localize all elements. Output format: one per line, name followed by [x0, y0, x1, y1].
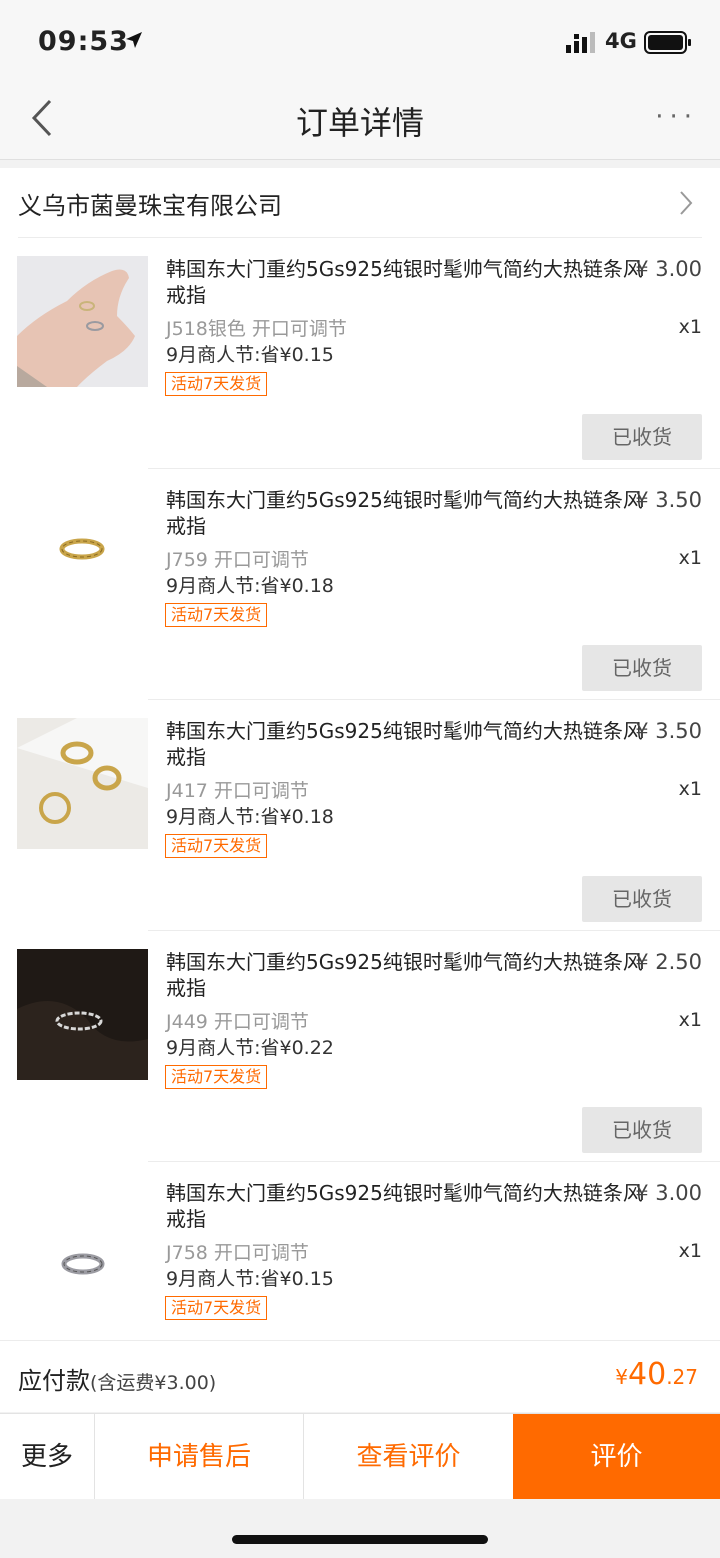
product-price: ¥ 2.50 [635, 950, 702, 974]
order-item[interactable]: 韩国东大门重约5Gs925纯银时髦帅气简约大热链条风戒指 ¥ 2.50 J449… [0, 931, 720, 1162]
product-promo: 9月商人节:省¥0.22 [166, 1037, 334, 1059]
order-item[interactable]: 韩国东大门重约5Gs925纯银时髦帅气简约大热链条风戒指 ¥ 3.00 J518… [0, 238, 720, 469]
product-quantity: x1 [678, 1009, 702, 1031]
received-button[interactable]: 已收货 [582, 1107, 702, 1153]
product-image[interactable] [17, 1180, 148, 1311]
total-label-text: 应付款 [18, 1367, 90, 1395]
shipping-tag: 活动7天发货 [165, 1065, 268, 1089]
product-title: 韩国东大门重约5Gs925纯银时髦帅气简约大热链条风戒指 [166, 257, 643, 307]
shipping-tag: 活动7天发货 [165, 372, 268, 396]
nav-bar: 订单详情 ··· [0, 76, 720, 160]
payment-summary: 应付款(含运费¥3.00) ¥40.27 [0, 1340, 720, 1412]
page-title: 订单详情 [295, 104, 424, 142]
more-options-icon[interactable]: ··· [655, 102, 698, 132]
order-items: 韩国东大门重约5Gs925纯银时髦帅气简约大热链条风戒指 ¥ 3.00 J518… [0, 238, 720, 1340]
status-bar: 09:53 4G [0, 0, 720, 76]
product-promo: 9月商人节:省¥0.18 [166, 806, 334, 828]
product-price: ¥ 3.00 [635, 257, 702, 281]
received-button[interactable]: 已收货 [582, 645, 702, 691]
received-button[interactable]: 已收货 [582, 876, 702, 922]
product-sku: J518银色 开口可调节 [166, 318, 347, 340]
product-sku: J449 开口可调节 [166, 1011, 309, 1033]
product-title: 韩国东大门重约5Gs925纯银时髦帅气简约大热链条风戒指 [166, 1181, 643, 1231]
more-button[interactable]: 更多 [0, 1414, 95, 1500]
chevron-right-icon [680, 191, 693, 215]
product-quantity: x1 [678, 547, 702, 569]
review-button[interactable]: 评价 [513, 1414, 720, 1500]
total-label: 应付款(含运费¥3.00) [18, 1361, 216, 1396]
product-title: 韩国东大门重约5Gs925纯银时髦帅气简约大热链条风戒指 [166, 950, 643, 1000]
amount-decimal: .27 [666, 1365, 698, 1389]
home-indicator[interactable] [232, 1535, 488, 1544]
product-sku: J759 开口可调节 [166, 549, 309, 571]
order-item[interactable]: 韩国东大门重约5Gs925纯银时髦帅气简约大热链条风戒指 ¥ 3.50 J759… [0, 469, 720, 700]
product-image[interactable] [17, 718, 148, 849]
shipping-note: (含运费¥3.00) [90, 1372, 217, 1394]
product-price: ¥ 3.00 [635, 1181, 702, 1205]
product-image[interactable] [17, 949, 148, 1080]
product-quantity: x1 [678, 778, 702, 800]
shipping-tag: 活动7天发货 [165, 834, 268, 858]
product-title: 韩国东大门重约5Gs925纯银时髦帅气简约大热链条风戒指 [166, 719, 643, 769]
currency-symbol: ¥ [615, 1365, 628, 1389]
battery-icon [644, 31, 691, 54]
amount-integer: 40 [628, 1357, 667, 1392]
product-quantity: x1 [678, 316, 702, 338]
product-promo: 9月商人节:省¥0.18 [166, 575, 334, 597]
total-amount: ¥40.27 [615, 1357, 698, 1392]
product-price: ¥ 3.50 [635, 488, 702, 512]
product-image[interactable] [17, 487, 148, 618]
order-item[interactable]: 韩国东大门重约5Gs925纯银时髦帅气简约大热链条风戒指 ¥ 3.50 J417… [0, 700, 720, 931]
location-arrow-icon [126, 32, 142, 48]
product-promo: 9月商人节:省¥0.15 [166, 344, 334, 366]
view-review-button[interactable]: 查看评价 [304, 1414, 513, 1500]
product-image[interactable] [17, 256, 148, 387]
action-bar: 更多 申请售后 查看评价 评价 [0, 1413, 720, 1500]
home-indicator-area [0, 1499, 720, 1558]
product-title: 韩国东大门重约5Gs925纯银时髦帅气简约大热链条风戒指 [166, 488, 643, 538]
shipping-tag: 活动7天发货 [165, 603, 268, 627]
after-sales-button[interactable]: 申请售后 [95, 1414, 304, 1500]
status-time: 09:53 [38, 26, 129, 57]
shipping-tag: 活动7天发货 [165, 1296, 268, 1320]
shop-name: 义乌市菌曼珠宝有限公司 [18, 192, 282, 220]
product-promo: 9月商人节:省¥0.15 [166, 1268, 334, 1290]
received-button[interactable]: 已收货 [582, 414, 702, 460]
signal-icon [566, 32, 595, 53]
product-quantity: x1 [678, 1240, 702, 1262]
product-price: ¥ 3.50 [635, 719, 702, 743]
network-type: 4G [605, 29, 637, 53]
shop-header[interactable]: 义乌市菌曼珠宝有限公司 [0, 168, 720, 238]
product-sku: J758 开口可调节 [166, 1242, 309, 1264]
product-sku: J417 开口可调节 [166, 780, 309, 802]
